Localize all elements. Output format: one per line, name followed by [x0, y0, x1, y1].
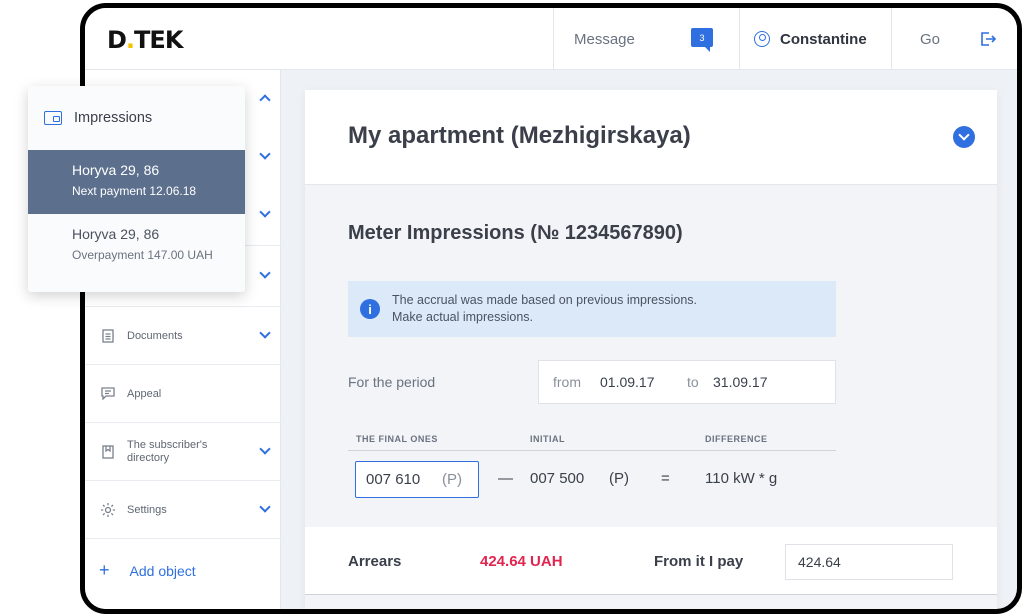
sidebar-item-label: Appeal: [127, 387, 162, 400]
account-status: Overpayment 147.00 UAH: [72, 248, 213, 262]
arrears-amount: 424.64 UAH: [480, 553, 563, 570]
logout-icon: [981, 32, 996, 46]
message-label: Message: [574, 30, 635, 48]
account-name: Horyva 29, 86: [72, 226, 160, 242]
add-object-label: Add object: [129, 562, 196, 579]
final-reading-input[interactable]: 007 610 (P): [355, 461, 479, 498]
sidebar-item-directory[interactable]: The subscriber's directory: [85, 422, 281, 480]
plus-icon: +: [99, 560, 110, 580]
sidebar-item-appeal[interactable]: Appeal: [85, 364, 281, 422]
divider: [348, 450, 836, 451]
user-menu[interactable]: Constantine: [739, 8, 891, 70]
go-button[interactable]: Go: [891, 8, 1017, 70]
dropdown-header[interactable]: Impressions: [28, 86, 245, 150]
chevron-down-icon[interactable]: [259, 267, 271, 279]
account-status: Next payment 12.06.18: [72, 184, 197, 198]
period-from-label: from: [553, 374, 581, 390]
chevron-down-icon: [259, 443, 271, 455]
dropdown-item-account[interactable]: Horyva 29, 86 Overpayment 147.00 UAH: [28, 214, 245, 278]
user-name: Constantine: [780, 30, 867, 48]
info-icon: i: [360, 299, 380, 319]
chevron-up-icon[interactable]: [259, 94, 271, 106]
page-title: My apartment (Mezhigirskaya): [348, 122, 691, 149]
document-icon: [99, 327, 117, 345]
divider: [85, 538, 281, 539]
initial-reading-value: 007 500: [530, 470, 585, 487]
period-picker[interactable]: from 01.09.17 to 31.09.17: [538, 360, 836, 404]
sidebar-item-label: Settings: [127, 503, 167, 516]
user-icon: [754, 31, 770, 47]
apartment-card: My apartment (Mezhigirskaya) Meter Impre…: [305, 90, 997, 609]
info-notice: i The accrual was made based on previous…: [348, 281, 836, 337]
period-from-value: 01.09.17: [600, 374, 655, 390]
collapse-button[interactable]: [953, 126, 975, 148]
pay-amount-input[interactable]: 424.64: [785, 544, 953, 580]
equals-sign: =: [661, 470, 670, 487]
sidebar-item-label: The subscriber's directory: [127, 438, 208, 464]
period-to-value: 31.09.17: [713, 374, 768, 390]
dropdown-title: Impressions: [74, 110, 153, 126]
chevron-down-icon[interactable]: [259, 148, 271, 160]
sidebar-item-documents[interactable]: Documents: [85, 306, 281, 364]
directory-icon: [99, 443, 117, 461]
final-reading-unit: (P): [442, 471, 462, 488]
pay-label: From it I pay: [654, 553, 744, 570]
chevron-down-icon[interactable]: [259, 206, 271, 218]
chat-icon: [99, 385, 117, 403]
dropdown-item-account[interactable]: Horyva 29, 86 Next payment 12.06.18: [28, 150, 245, 214]
section-title: Meter Impressions (№ 1234567890): [348, 222, 683, 244]
add-object-button[interactable]: + Add object: [99, 560, 196, 581]
column-header-final: THE FINAL ONES: [356, 434, 438, 444]
notice-line-1: The accrual was made based on previous i…: [392, 293, 698, 307]
difference-value: 110 kW * g: [705, 470, 778, 487]
column-header-difference: DIFFERENCE: [705, 434, 768, 444]
chevron-down-icon: [259, 327, 271, 339]
card-header: My apartment (Mezhigirskaya): [305, 90, 997, 185]
top-bar: D.TEK Message 3 Constantine Go: [85, 8, 1017, 70]
message-button[interactable]: Message 3: [553, 8, 739, 70]
go-label: Go: [920, 30, 941, 48]
gear-icon: [99, 501, 117, 519]
payment-row: Arrears 424.64 UAH From it I pay 424.64: [305, 527, 997, 595]
final-reading-value: 007 610: [366, 471, 421, 488]
notice-line-2: Make actual impressions.: [392, 310, 534, 324]
minus-sign: —: [498, 470, 513, 487]
impressions-dropdown: Impressions Horyva 29, 86 Next payment 1…: [28, 86, 245, 292]
initial-reading-unit: (P): [609, 470, 629, 487]
chevron-down-icon: [259, 501, 271, 513]
account-name: Horyva 29, 86: [72, 162, 160, 178]
dtek-logo[interactable]: D.TEK: [107, 26, 183, 54]
sidebar-item-label: Documents: [127, 329, 183, 342]
wallet-icon: [44, 111, 62, 125]
sidebar-item-settings[interactable]: Settings: [85, 480, 281, 538]
period-label: For the period: [348, 374, 436, 390]
arrears-label: Arrears: [348, 553, 402, 570]
message-count-badge: 3: [691, 28, 713, 52]
column-header-initial: INITIAL: [530, 434, 565, 444]
period-to-label: to: [687, 374, 699, 390]
